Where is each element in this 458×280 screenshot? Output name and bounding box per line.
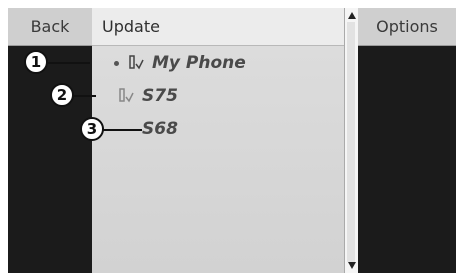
- callout-leader-2: [72, 95, 96, 97]
- scrollbar[interactable]: [344, 8, 358, 273]
- phone-icon: [129, 55, 144, 70]
- scroll-down-icon[interactable]: [348, 262, 356, 269]
- display-screen: Back Options Update My Phone S75 S68: [8, 8, 456, 273]
- left-panel: [8, 8, 92, 273]
- list-item-label: S75: [142, 86, 178, 106]
- callout-leader-3: [102, 129, 142, 131]
- update-header[interactable]: Update: [92, 8, 344, 46]
- list-item-s68[interactable]: S68: [142, 116, 178, 142]
- right-panel: [358, 8, 456, 273]
- device-list: My Phone S75 S68: [92, 46, 344, 273]
- device-list-panel: Update My Phone S75 S68: [92, 8, 344, 273]
- phone-icon: [119, 88, 134, 103]
- options-button[interactable]: Options: [358, 8, 456, 46]
- update-title: Update: [102, 17, 160, 36]
- list-item-label: S68: [142, 119, 178, 139]
- callout-1: 1: [24, 50, 48, 74]
- list-item-label: My Phone: [152, 53, 246, 73]
- scroll-thumb[interactable]: [347, 22, 355, 262]
- list-item-s75[interactable]: S75: [118, 83, 178, 109]
- callout-3: 3: [80, 117, 104, 141]
- callout-2: 2: [50, 83, 74, 107]
- list-item-my-phone[interactable]: My Phone: [114, 50, 246, 76]
- callout-leader-1: [48, 62, 90, 64]
- active-bullet: [114, 60, 119, 66]
- back-button[interactable]: Back: [8, 8, 92, 46]
- scroll-up-icon[interactable]: [348, 12, 356, 19]
